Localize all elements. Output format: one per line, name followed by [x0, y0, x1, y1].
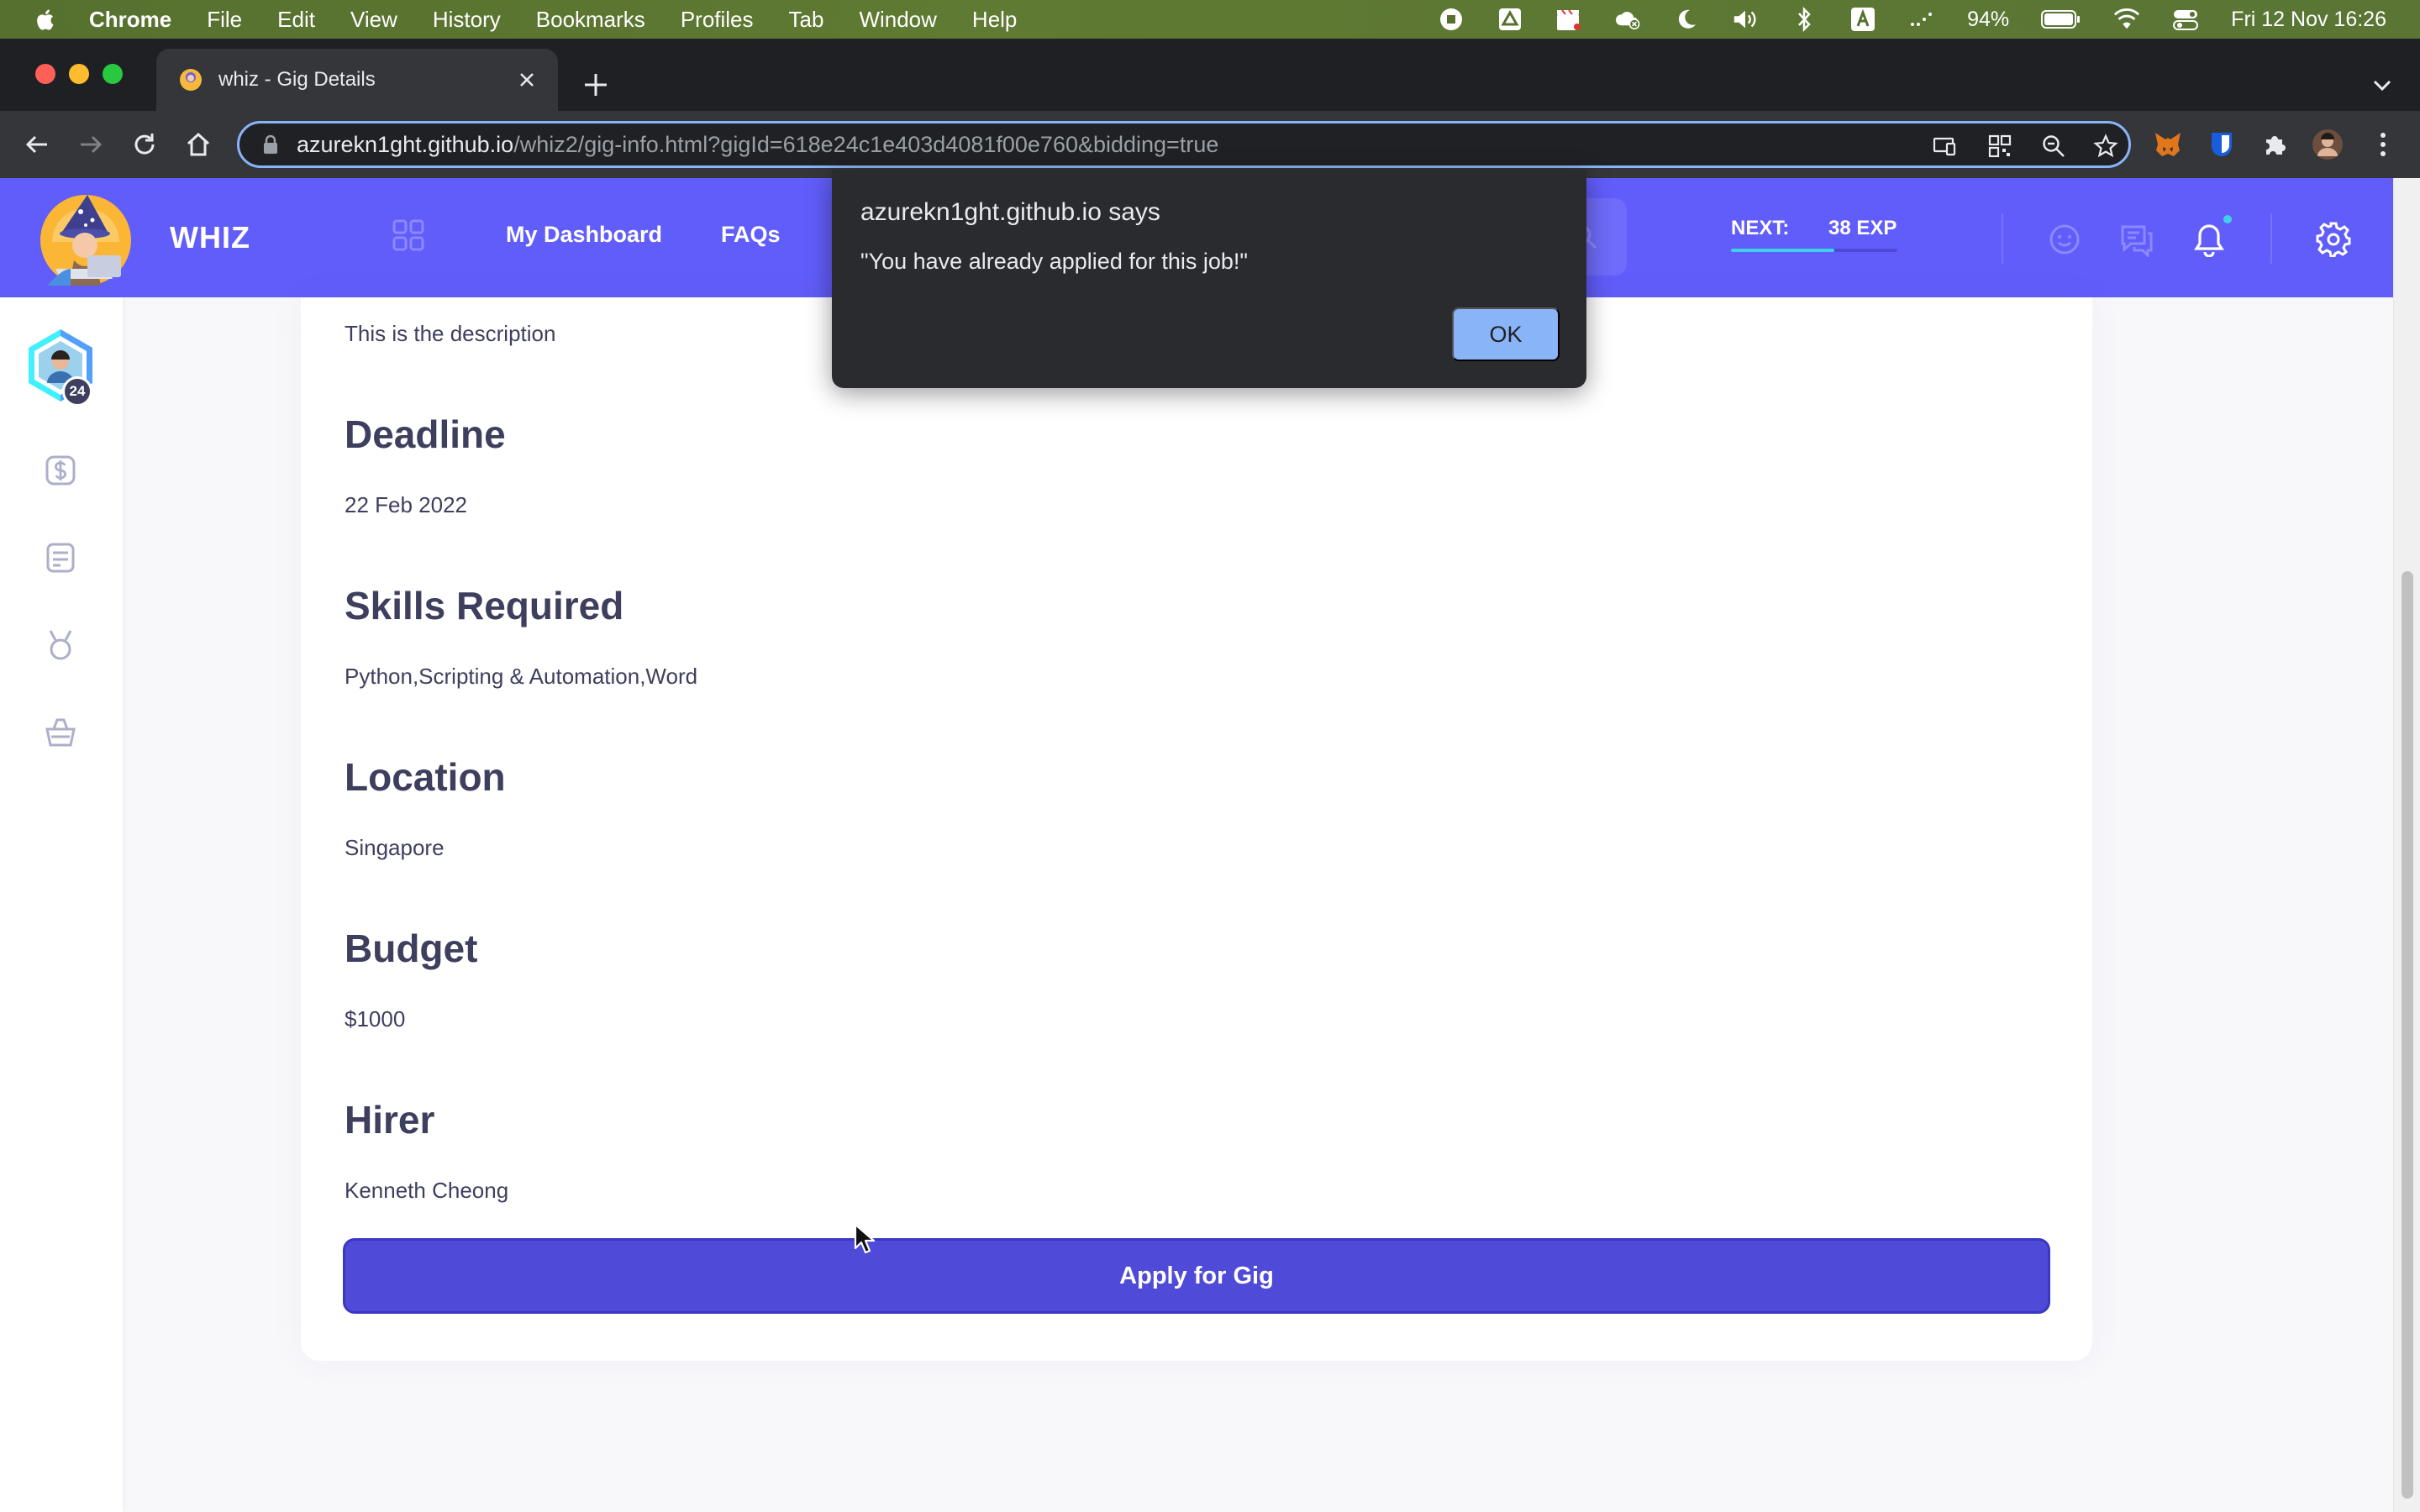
- menu-file[interactable]: File: [207, 7, 242, 33]
- browser-tab-strip: whiz - Gig Details: [0, 39, 2420, 111]
- apple-icon[interactable]: [34, 7, 59, 32]
- grid-menu-icon[interactable]: [392, 218, 425, 252]
- bitwarden-extension-icon[interactable]: [2205, 128, 2238, 161]
- settings-gear-icon[interactable]: [2316, 222, 2351, 257]
- shop-basket-icon[interactable]: [44, 716, 77, 749]
- address-url[interactable]: azurekn1ght.github.io/whiz2/gig-info.htm…: [297, 132, 1218, 158]
- drive-icon[interactable]: [1497, 6, 1523, 33]
- deadline-heading: Deadline: [345, 412, 506, 456]
- hirer-value: Kenneth Cheong: [345, 1178, 509, 1203]
- menu-profiles[interactable]: Profiles: [681, 7, 754, 33]
- record-icon[interactable]: [1438, 6, 1465, 33]
- window-minimize-button[interactable]: [69, 64, 89, 84]
- control-center-icon[interactable]: [2172, 6, 2199, 33]
- status-area: 94% Fri 12 Nov 16:26: [1438, 0, 2420, 39]
- skills-value: Python,Scripting & Automation,Word: [345, 664, 698, 689]
- exp-next-label: NEXT:: [1731, 217, 1790, 239]
- brand-name[interactable]: WHIZ: [170, 220, 250, 255]
- alert-message: "You have already applied for this job!": [860, 249, 1248, 274]
- extensions-puzzle-icon[interactable]: [2259, 128, 2292, 161]
- browser-tab-active[interactable]: whiz - Gig Details: [156, 49, 558, 111]
- reload-icon[interactable]: [128, 128, 161, 161]
- menu-history[interactable]: History: [433, 7, 501, 33]
- url-host: azurekn1ght.github.io: [297, 131, 514, 157]
- exp-amount: 38 EXP: [1828, 217, 1897, 239]
- nav-faqs[interactable]: FAQs: [721, 222, 781, 248]
- profile-avatar-icon[interactable]: [2311, 128, 2344, 161]
- alert-ok-button[interactable]: OK: [1452, 307, 1560, 361]
- budget-value: $1000: [345, 1006, 406, 1032]
- dots-status-icon[interactable]: [1908, 6, 1935, 33]
- skills-heading: Skills Required: [345, 584, 624, 627]
- metamask-extension-icon[interactable]: [2151, 128, 2185, 161]
- nav-my-dashboard[interactable]: My Dashboard: [506, 222, 662, 248]
- smiley-friends-icon[interactable]: [2047, 222, 2082, 257]
- chrome-menu-kebab-icon[interactable]: [2366, 128, 2400, 161]
- mouse-cursor-icon: [854, 1223, 876, 1254]
- menu-app-name[interactable]: Chrome: [89, 7, 171, 33]
- messages-icon[interactable]: [2119, 222, 2154, 257]
- menu-window[interactable]: Window: [859, 7, 936, 33]
- header-divider: [2002, 213, 2003, 264]
- window-zoom-button[interactable]: [103, 64, 123, 84]
- site-favicon-icon: [180, 69, 202, 91]
- notification-bell-icon[interactable]: [2191, 222, 2227, 257]
- logo-wizard-avatar[interactable]: [37, 192, 134, 289]
- alert-dialog: azurekn1ght.github.io says "You have alr…: [832, 170, 1586, 388]
- new-tab-plus-icon[interactable]: [581, 71, 610, 99]
- exp-progress-bar: [1731, 249, 1897, 252]
- input-source-icon[interactable]: [1849, 6, 1876, 33]
- menu-view[interactable]: View: [350, 7, 397, 33]
- lock-icon[interactable]: [260, 134, 281, 155]
- address-bar[interactable]: azurekn1ght.github.io/whiz2/gig-info.htm…: [237, 121, 2131, 168]
- menu-help[interactable]: Help: [972, 7, 1017, 33]
- badges-medal-icon[interactable]: [44, 628, 77, 662]
- tab-title: whiz - Gig Details: [218, 68, 376, 91]
- menu-edit[interactable]: Edit: [277, 7, 315, 33]
- bluetooth-icon[interactable]: [1791, 6, 1818, 33]
- cloud-sync-icon[interactable]: [1614, 6, 1641, 33]
- left-sidebar: 24: [0, 297, 123, 1512]
- deadline-value: 22 Feb 2022: [345, 492, 468, 517]
- home-icon[interactable]: [182, 128, 215, 161]
- earnings-dollar-icon[interactable]: [44, 454, 77, 487]
- menu-tab[interactable]: Tab: [789, 7, 824, 33]
- menu-clock[interactable]: Fri 12 Nov 16:26: [2231, 8, 2386, 32]
- tab-close-icon[interactable]: [514, 67, 539, 92]
- forward-arrow-icon[interactable]: [74, 128, 108, 161]
- scrollbar-thumb[interactable]: [2402, 571, 2413, 1499]
- zoom-out-icon[interactable]: [2041, 134, 2066, 159]
- gig-details-card: [301, 297, 2092, 1361]
- alert-title: azurekn1ght.github.io says: [860, 198, 1160, 226]
- location-value: Singapore: [345, 835, 445, 860]
- window-close-button[interactable]: [35, 64, 55, 84]
- user-level-badge: 24: [62, 376, 92, 407]
- back-arrow-icon[interactable]: [20, 128, 54, 161]
- macos-menu-bar: Chrome File Edit View History Bookmarks …: [0, 0, 2420, 39]
- volume-icon[interactable]: [1732, 6, 1759, 33]
- qr-code-icon[interactable]: [1987, 134, 2012, 159]
- page-scrollbar[interactable]: [2393, 178, 2420, 1512]
- battery-percent: 94%: [1967, 7, 2010, 31]
- moon-icon[interactable]: [1673, 6, 1700, 33]
- location-heading: Location: [345, 755, 506, 799]
- cast-device-icon[interactable]: [1932, 134, 1957, 159]
- wifi-icon[interactable]: [2113, 6, 2140, 33]
- exp-progress-fill: [1731, 249, 1834, 252]
- hirer-heading: Hirer: [345, 1098, 435, 1142]
- browser-toolbar: azurekn1ght.github.io/whiz2/gig-info.htm…: [0, 111, 2420, 178]
- notification-dot: [2223, 215, 2232, 223]
- battery-icon[interactable]: [2041, 6, 2081, 33]
- bookmark-star-icon[interactable]: [2093, 134, 2118, 159]
- apply-for-gig-button[interactable]: Apply for Gig: [343, 1238, 2050, 1314]
- clapper-icon[interactable]: [1555, 6, 1582, 33]
- url-path: /whiz2/gig-info.html?gigId=618e24c1e403d…: [513, 131, 1219, 157]
- header-divider: [2270, 213, 2272, 264]
- gig-description: This is the description: [345, 321, 556, 346]
- menu-bookmarks[interactable]: Bookmarks: [536, 7, 645, 33]
- gigs-list-icon[interactable]: [44, 541, 77, 575]
- tab-search-chevron-icon[interactable]: [2370, 72, 2395, 97]
- budget-heading: Budget: [345, 927, 478, 970]
